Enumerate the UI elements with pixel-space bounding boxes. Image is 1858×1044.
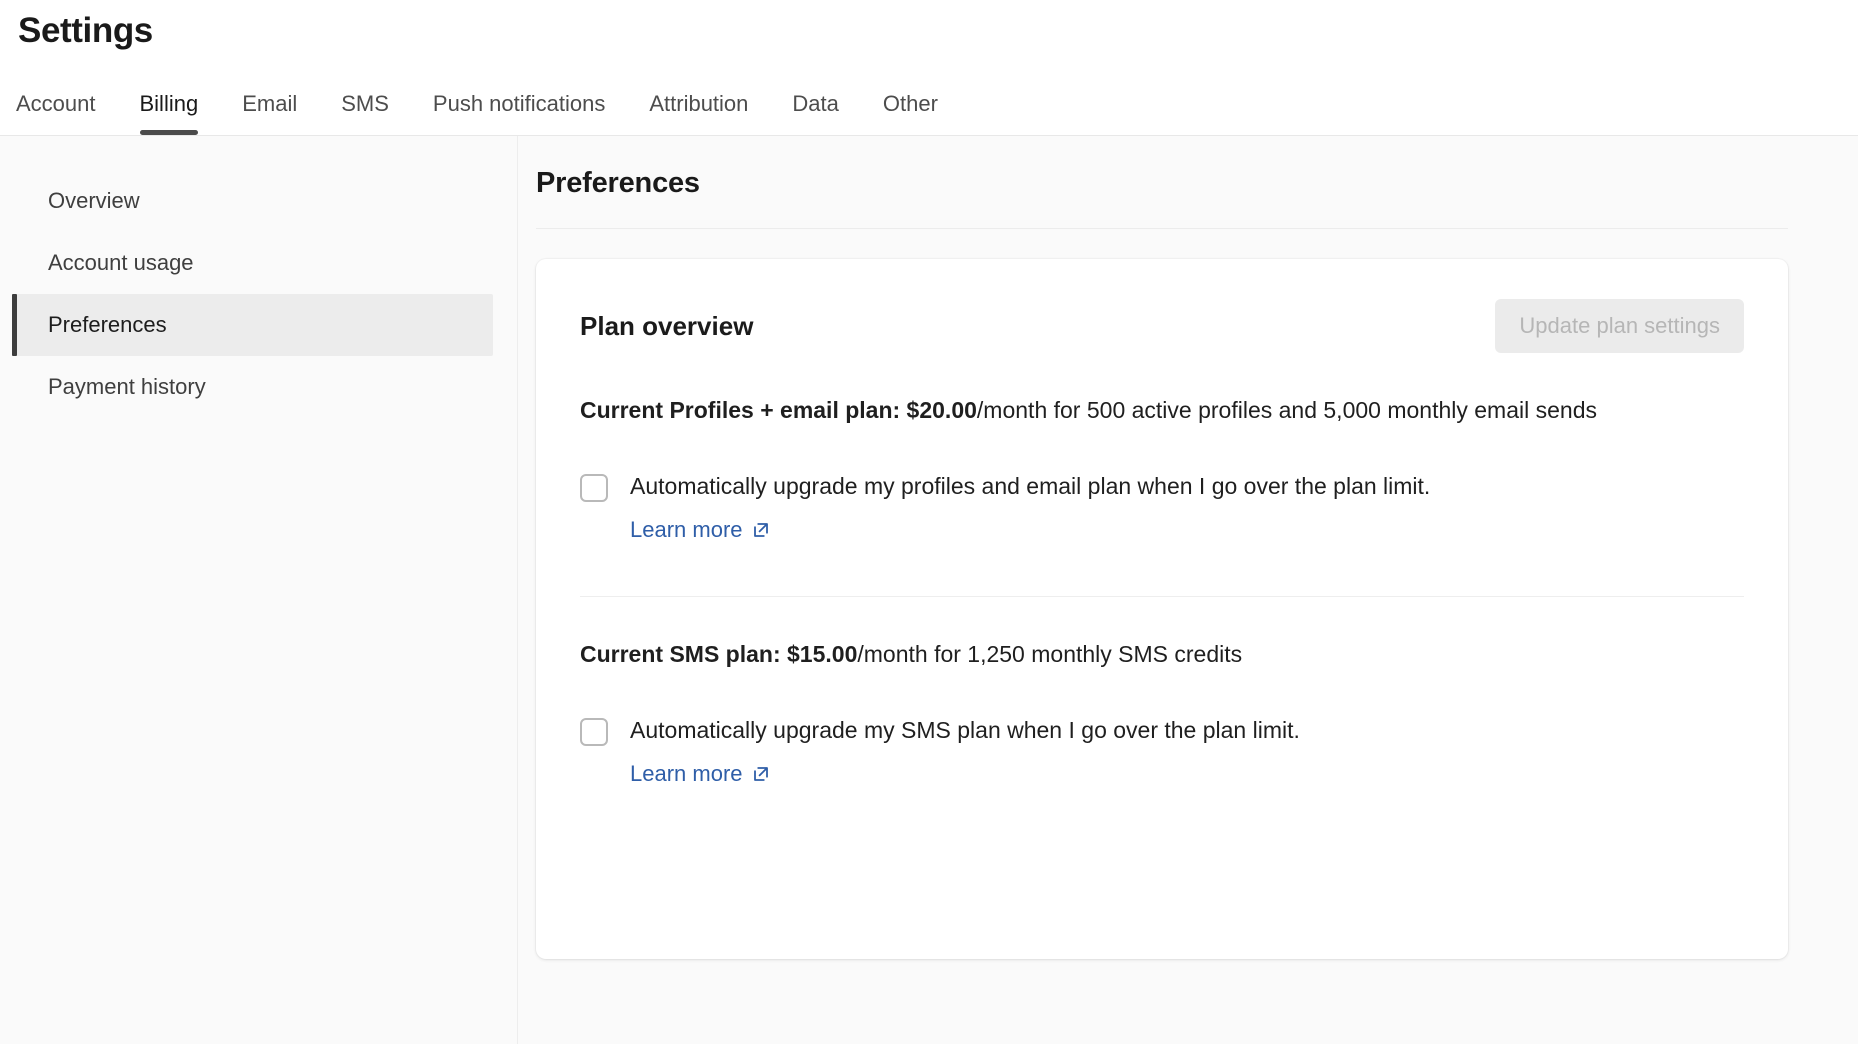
- sidebar-item-overview[interactable]: Overview: [16, 170, 493, 232]
- update-plan-settings-button[interactable]: Update plan settings: [1495, 299, 1744, 353]
- tab-billing[interactable]: Billing: [118, 91, 221, 135]
- tab-data[interactable]: Data: [770, 91, 860, 135]
- section-title: Preferences: [536, 167, 700, 199]
- tab-push-notifications[interactable]: Push notifications: [411, 91, 627, 135]
- settings-page: Settings Account Billing Email SMS Push …: [0, 0, 1858, 1044]
- tab-sms[interactable]: SMS: [319, 91, 411, 135]
- external-link-icon: [751, 764, 771, 784]
- tab-account[interactable]: Account: [16, 91, 118, 135]
- page-title: Settings: [18, 11, 153, 50]
- sms-plan-block: Current SMS plan: $15.00/month for 1,250…: [580, 633, 1744, 788]
- card-header: Plan overview Update plan settings: [580, 299, 1744, 353]
- sms-autoupgrade-texts: Automatically upgrade my SMS plan when I…: [630, 714, 1300, 788]
- settings-body: Overview Account usage Preferences Payme…: [0, 136, 1858, 1044]
- email-plan-price: Current Profiles + email plan: $20.00: [580, 397, 977, 423]
- sidebar-item-account-usage[interactable]: Account usage: [16, 232, 493, 294]
- email-learn-more-label: Learn more: [630, 517, 743, 542]
- email-plan-description: Current Profiles + email plan: $20.00/mo…: [580, 389, 1710, 432]
- settings-tabbar: Account Billing Email SMS Push notificat…: [0, 74, 1858, 136]
- plan-section-divider: [580, 596, 1744, 597]
- sms-plan-price: Current SMS plan: $15.00: [580, 641, 858, 667]
- tab-email[interactable]: Email: [220, 91, 319, 135]
- email-learn-more-link[interactable]: Learn more: [630, 516, 771, 544]
- email-autoupgrade-row: Automatically upgrade my profiles and em…: [580, 470, 1744, 544]
- email-plan-details: /month for 500 active profiles and 5,000…: [976, 397, 1597, 423]
- external-link-icon: [751, 520, 771, 540]
- page-header: Settings: [0, 0, 1858, 54]
- sms-autoupgrade-checkbox[interactable]: [580, 718, 608, 746]
- sms-learn-more-link[interactable]: Learn more: [630, 760, 771, 788]
- main-content: Preferences Plan overview Update plan se…: [518, 136, 1858, 1044]
- card-title: Plan overview: [580, 311, 754, 341]
- tab-other[interactable]: Other: [861, 91, 960, 135]
- billing-sidebar: Overview Account usage Preferences Payme…: [0, 136, 518, 1044]
- sidebar-list: Overview Account usage Preferences Payme…: [0, 170, 517, 418]
- sms-autoupgrade-label: Automatically upgrade my SMS plan when I…: [630, 717, 1300, 743]
- tab-attribution[interactable]: Attribution: [627, 91, 770, 135]
- sidebar-item-payment-history[interactable]: Payment history: [16, 356, 493, 418]
- sms-learn-more-label: Learn more: [630, 761, 743, 786]
- email-autoupgrade-texts: Automatically upgrade my profiles and em…: [630, 470, 1430, 544]
- email-autoupgrade-checkbox[interactable]: [580, 474, 608, 502]
- plan-overview-card: Plan overview Update plan settings Curre…: [536, 259, 1788, 959]
- sms-plan-description: Current SMS plan: $15.00/month for 1,250…: [580, 633, 1710, 676]
- sidebar-item-preferences[interactable]: Preferences: [12, 294, 493, 356]
- main-header: Preferences: [536, 164, 1788, 229]
- sms-autoupgrade-row: Automatically upgrade my SMS plan when I…: [580, 714, 1744, 788]
- sms-plan-details: /month for 1,250 monthly SMS credits: [857, 641, 1243, 667]
- email-autoupgrade-label: Automatically upgrade my profiles and em…: [630, 473, 1431, 499]
